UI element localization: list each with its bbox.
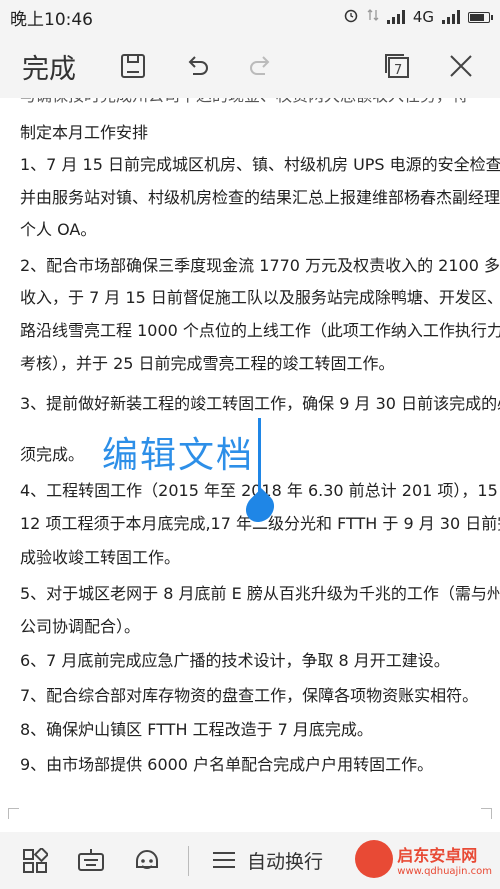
- keyboard-icon[interactable]: [76, 846, 106, 876]
- doc-line: 6、7 月底前完成应急广播的技术设计，争取 8 月开工建设。: [20, 651, 450, 670]
- edit-document-caption: 编辑文档: [102, 435, 255, 476]
- grid-icon[interactable]: [20, 846, 50, 876]
- pages-icon[interactable]: 7: [380, 49, 414, 83]
- status-time: 晚上10:46: [10, 9, 93, 30]
- data-transfer-icon: [367, 8, 379, 26]
- close-icon[interactable]: [444, 49, 478, 83]
- status-bar: 晚上10:46 4G: [0, 0, 500, 34]
- site-watermark: 启东安卓网 www.qdhuajin.com: [355, 840, 492, 878]
- save-icon[interactable]: [116, 49, 150, 83]
- doc-line: 8、确保炉山镇区 FTTH 工程改造于 7 月底完成。: [20, 720, 373, 739]
- done-button[interactable]: 完成: [22, 47, 76, 86]
- page-corner-mark: [481, 808, 492, 819]
- doc-line: 7、配合综合部对库存物资的盘查工作，保障各项物资账实相符。: [20, 686, 479, 705]
- watermark-url: www.qdhuajin.com: [397, 865, 492, 877]
- network-type: 4G: [412, 8, 434, 26]
- redo-icon[interactable]: [244, 49, 278, 83]
- doc-line: 公司协调配合）。: [20, 617, 141, 636]
- doc-line: 与确保按时完成州公司下达的现金、权责两大总额收入任务，特: [20, 98, 480, 106]
- doc-line: 个人 OA。: [20, 220, 97, 239]
- auto-wrap-button[interactable]: 自动换行: [247, 847, 323, 874]
- watermark-logo: [355, 840, 394, 878]
- doc-line: 9、由市场部提供 6000 户名单配合完成户户用转固工作。: [20, 755, 434, 774]
- doc-line: 并由服务站对镇、村级机房检查的结果汇总上报建维部杨春杰副经理: [20, 188, 500, 207]
- auto-wrap-icon[interactable]: [209, 846, 239, 876]
- toolbar-divider: [188, 845, 189, 876]
- page-corner-mark: [8, 808, 19, 819]
- battery-icon: [468, 11, 493, 23]
- doc-line: 5、对于城区老网于 8 月底前 E 膀从百兆升级为千兆的工作（需与州: [20, 584, 500, 603]
- undo-icon[interactable]: [180, 49, 214, 83]
- status-icons: 4G: [343, 7, 493, 27]
- svg-text:7: 7: [394, 63, 402, 78]
- face-icon[interactable]: [132, 846, 162, 876]
- editor-toolbar: 完成 7: [0, 34, 500, 98]
- doc-line: 成验收竣工转固工作。: [20, 548, 181, 567]
- doc-line: 收入，于 7 月 15 日前督促施工队以及服务站完成除鸭塘、开发区、铁: [20, 288, 500, 307]
- doc-line: 制定本月工作安排: [20, 123, 149, 142]
- doc-line: 1、7 月 15 日前完成城区机房、镇、村级机房 UPS 电源的安全检查，: [20, 155, 500, 174]
- alarm-icon: [343, 7, 359, 27]
- doc-line: 2、配合市场部确保三季度现金流 1770 万元及权责收入的 2100 多万: [20, 256, 500, 275]
- watermark-title: 启东安卓网: [397, 845, 478, 865]
- doc-line: 路沿线雪亮工程 1000 个点位的上线工作（此项工作纳入工作执行力: [20, 321, 500, 340]
- signal-icon: [386, 10, 405, 24]
- doc-line: 3、提前做好新装工程的竣工转固工作，确保 9 月 30 日前该完成的必: [20, 394, 500, 413]
- doc-line: 考核），并于 25 日前完成雪亮工程的竣工转固工作。: [20, 354, 395, 373]
- signal-icon-2: [442, 10, 460, 24]
